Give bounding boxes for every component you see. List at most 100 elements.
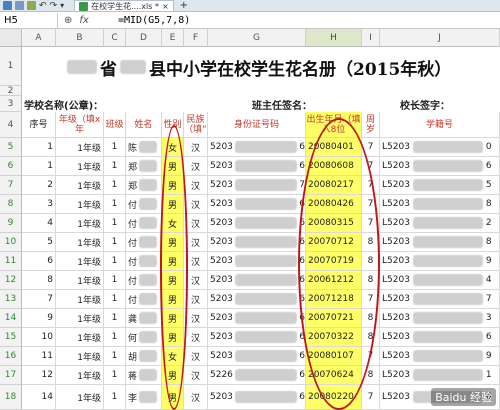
cell-student-id[interactable]: L5203 4 (380, 271, 500, 290)
cell-class[interactable]: 1 (104, 271, 126, 290)
cell-student-id[interactable]: L5203 3 (380, 309, 500, 328)
row-header-17[interactable]: 17 (0, 366, 22, 385)
cell-student-id[interactable]: L5203 0 (380, 138, 500, 157)
column-header-c[interactable]: C (104, 29, 126, 47)
cell-name[interactable]: 李 (126, 385, 162, 410)
cell-idcard[interactable]: 5203 6 (208, 290, 306, 309)
cell-student-id[interactable]: L5203 5 (380, 176, 500, 195)
cell-class[interactable]: 1 (104, 214, 126, 233)
cell-seq[interactable]: 3 (22, 195, 56, 214)
cell-seq[interactable]: 4 (22, 214, 56, 233)
row-header-7[interactable]: 7 (0, 176, 22, 195)
cell-name[interactable]: 付 (126, 271, 162, 290)
row-header-13[interactable]: 13 (0, 290, 22, 309)
cell-grade[interactable]: 1年级 (56, 309, 104, 328)
cell-idcard[interactable]: 5226 6 (208, 366, 306, 385)
column-header-j[interactable]: J (380, 29, 500, 47)
row-header-15[interactable]: 15 (0, 328, 22, 347)
cell-student-id[interactable]: L5203 8 (380, 233, 500, 252)
cell-idcard[interactable]: 5203 6 (208, 385, 306, 410)
cell-seq[interactable]: 5 (22, 233, 56, 252)
cell-grade[interactable]: 1年级 (56, 252, 104, 271)
cell-grade[interactable]: 1年级 (56, 271, 104, 290)
cell-grade[interactable]: 1年级 (56, 385, 104, 410)
row-header-3[interactable]: 3 (0, 96, 22, 112)
cell-class[interactable]: 1 (104, 252, 126, 271)
cell-seq[interactable]: 9 (22, 309, 56, 328)
row-header-18[interactable]: 18 (0, 385, 22, 410)
cell-class[interactable]: 1 (104, 233, 126, 252)
cell-grade[interactable]: 1年级 (56, 366, 104, 385)
cell-student-id[interactable]: L5203 8 (380, 195, 500, 214)
cell-seq[interactable]: 7 (22, 290, 56, 309)
cell-idcard[interactable]: 5203 6 (208, 138, 306, 157)
row-header-16[interactable]: 16 (0, 347, 22, 366)
column-header-d[interactable]: D (126, 29, 162, 47)
new-tab-button[interactable]: + (180, 0, 188, 11)
cell-ethnic[interactable]: 汉 (184, 347, 208, 366)
cell-student-id[interactable]: L5203 9 (380, 252, 500, 271)
column-header-e[interactable]: E (162, 29, 184, 47)
row-header-2[interactable]: 2 (0, 86, 22, 96)
cell-ethnic[interactable]: 汉 (184, 385, 208, 410)
cell-idcard[interactable]: 5203 6 (208, 309, 306, 328)
cell-class[interactable]: 1 (104, 328, 126, 347)
cell-name[interactable]: 郑 (126, 176, 162, 195)
cell-idcard[interactable]: 5203 6 (208, 328, 306, 347)
cell-student-id[interactable]: L5203 9 (380, 347, 500, 366)
cell-class[interactable]: 1 (104, 195, 126, 214)
file-tab[interactable]: 在校学生花....xls * × (74, 0, 174, 11)
cell-student-id[interactable]: L5203 2 (380, 214, 500, 233)
fx-icon[interactable]: fx (79, 15, 88, 26)
cell-name[interactable]: 付 (126, 233, 162, 252)
cell-ethnic[interactable]: 汉 (184, 195, 208, 214)
cell-class[interactable]: 1 (104, 347, 126, 366)
cell-idcard[interactable]: 5203 6 (208, 347, 306, 366)
cell-ethnic[interactable]: 汉 (184, 176, 208, 195)
cell-seq[interactable]: 12 (22, 366, 56, 385)
column-header-b[interactable]: B (56, 29, 104, 47)
cell-name[interactable]: 付 (126, 214, 162, 233)
cell-ethnic[interactable]: 汉 (184, 214, 208, 233)
cell-idcard[interactable]: 5203 6 (208, 157, 306, 176)
cell-name[interactable]: 付 (126, 195, 162, 214)
cell-name[interactable]: 付 (126, 252, 162, 271)
cell-ethnic[interactable]: 汉 (184, 138, 208, 157)
cell-idcard[interactable]: 5203 6 (208, 233, 306, 252)
cell-grade[interactable]: 1年级 (56, 347, 104, 366)
cell-idcard[interactable]: 5203 6 (208, 271, 306, 290)
row-header-10[interactable]: 10 (0, 233, 22, 252)
save-icon[interactable] (3, 1, 12, 10)
zoom-icon[interactable]: ⊕ (64, 15, 72, 26)
cell-student-id[interactable]: L5203 7 (380, 290, 500, 309)
cell-seq[interactable]: 11 (22, 347, 56, 366)
cell-idcard[interactable]: 5203 6 (208, 252, 306, 271)
name-box[interactable]: H5 (0, 12, 58, 28)
cell-student-id[interactable]: L5203 6 (380, 328, 500, 347)
row-header-6[interactable]: 6 (0, 157, 22, 176)
cell-seq[interactable]: 14 (22, 385, 56, 410)
column-header-a[interactable]: A (22, 29, 56, 47)
column-header-i[interactable]: I (362, 29, 380, 47)
cell-class[interactable]: 1 (104, 309, 126, 328)
print-icon[interactable] (15, 1, 24, 10)
cell-class[interactable]: 1 (104, 366, 126, 385)
cell-name[interactable]: 陈 (126, 138, 162, 157)
cell-student-id[interactable]: L5203 6 (380, 157, 500, 176)
cell-name[interactable]: 付 (126, 290, 162, 309)
cell-ethnic[interactable]: 汉 (184, 328, 208, 347)
row-header-11[interactable]: 11 (0, 252, 22, 271)
select-all-corner[interactable] (0, 29, 22, 47)
cell-grade[interactable]: 1年级 (56, 328, 104, 347)
cell-student-id[interactable]: L5203 1 (380, 366, 500, 385)
redo-icon[interactable]: ↷ (50, 1, 58, 11)
cell-class[interactable]: 1 (104, 176, 126, 195)
cell-seq[interactable]: 1 (22, 157, 56, 176)
cell-seq[interactable]: 2 (22, 176, 56, 195)
cell-seq[interactable]: 8 (22, 271, 56, 290)
cell-name[interactable]: 蒋 (126, 366, 162, 385)
undo-icon[interactable]: ↶ (39, 1, 47, 11)
row-header-5[interactable]: 5 (0, 138, 22, 157)
cell-grade[interactable]: 1年级 (56, 233, 104, 252)
cell-ethnic[interactable]: 汉 (184, 309, 208, 328)
